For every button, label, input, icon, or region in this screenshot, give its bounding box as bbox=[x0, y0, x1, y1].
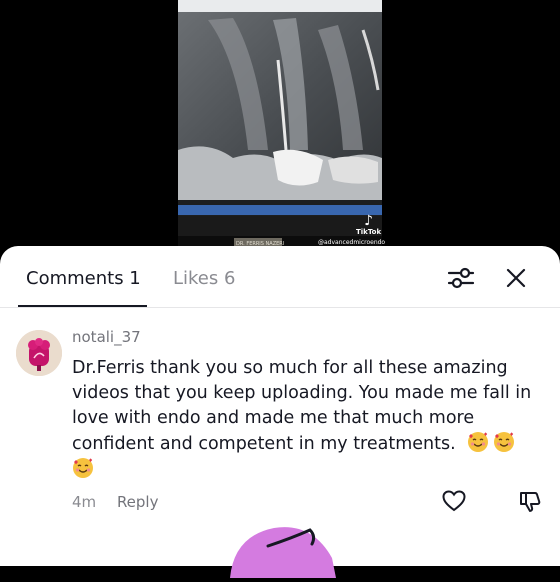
pink-blob-sticker bbox=[222, 518, 362, 578]
video-frame: DR. FERRIS NAZERI bbox=[178, 0, 382, 262]
comment-meta: 4m Reply bbox=[72, 493, 158, 511]
thumbs-down-icon bbox=[520, 492, 541, 512]
avatar[interactable] bbox=[16, 330, 62, 376]
comment-body: Dr.Ferris thank you so much for all thes… bbox=[72, 356, 544, 483]
sheet-tabs: Comments 1 Likes 6 bbox=[0, 246, 560, 308]
heart-outline-icon bbox=[442, 490, 466, 512]
close-button[interactable] bbox=[502, 264, 530, 292]
like-button[interactable] bbox=[442, 490, 466, 512]
video-player[interactable]: DR. FERRIS NAZERI ♪ TikTok @advancedmicr… bbox=[0, 0, 560, 262]
tiktok-brand-label: TikTok bbox=[356, 228, 382, 236]
tabs-divider bbox=[0, 307, 560, 308]
reply-button[interactable]: Reply bbox=[117, 493, 159, 511]
comment-text: Dr.Ferris thank you so much for all thes… bbox=[72, 358, 532, 454]
tab-likes[interactable]: Likes 6 bbox=[173, 268, 235, 290]
creator-handle: @advancedmicroendo bbox=[318, 239, 386, 246]
avatar-image bbox=[16, 330, 62, 376]
comment-username[interactable]: notali_37 bbox=[72, 328, 141, 346]
smiling-face-with-hearts-icon bbox=[493, 431, 515, 453]
filter-button[interactable] bbox=[446, 265, 476, 291]
tiktok-watermark: ♪ TikTok bbox=[356, 214, 381, 237]
tiktok-logo-icon: ♪ bbox=[364, 213, 374, 229]
tab-comments[interactable]: Comments 1 bbox=[26, 268, 141, 290]
comment-timestamp: 4m bbox=[72, 493, 97, 511]
sliders-icon bbox=[447, 267, 475, 289]
comments-sheet: Comments 1 Likes 6 notali_37 Dr.Ferris t… bbox=[0, 246, 560, 578]
close-icon bbox=[506, 268, 526, 288]
dislike-button[interactable] bbox=[518, 490, 542, 514]
smiling-face-with-hearts-icon bbox=[72, 457, 94, 479]
dental-xray-image: DR. FERRIS NAZERI bbox=[178, 0, 382, 262]
smiling-face-with-hearts-icon bbox=[467, 431, 489, 453]
